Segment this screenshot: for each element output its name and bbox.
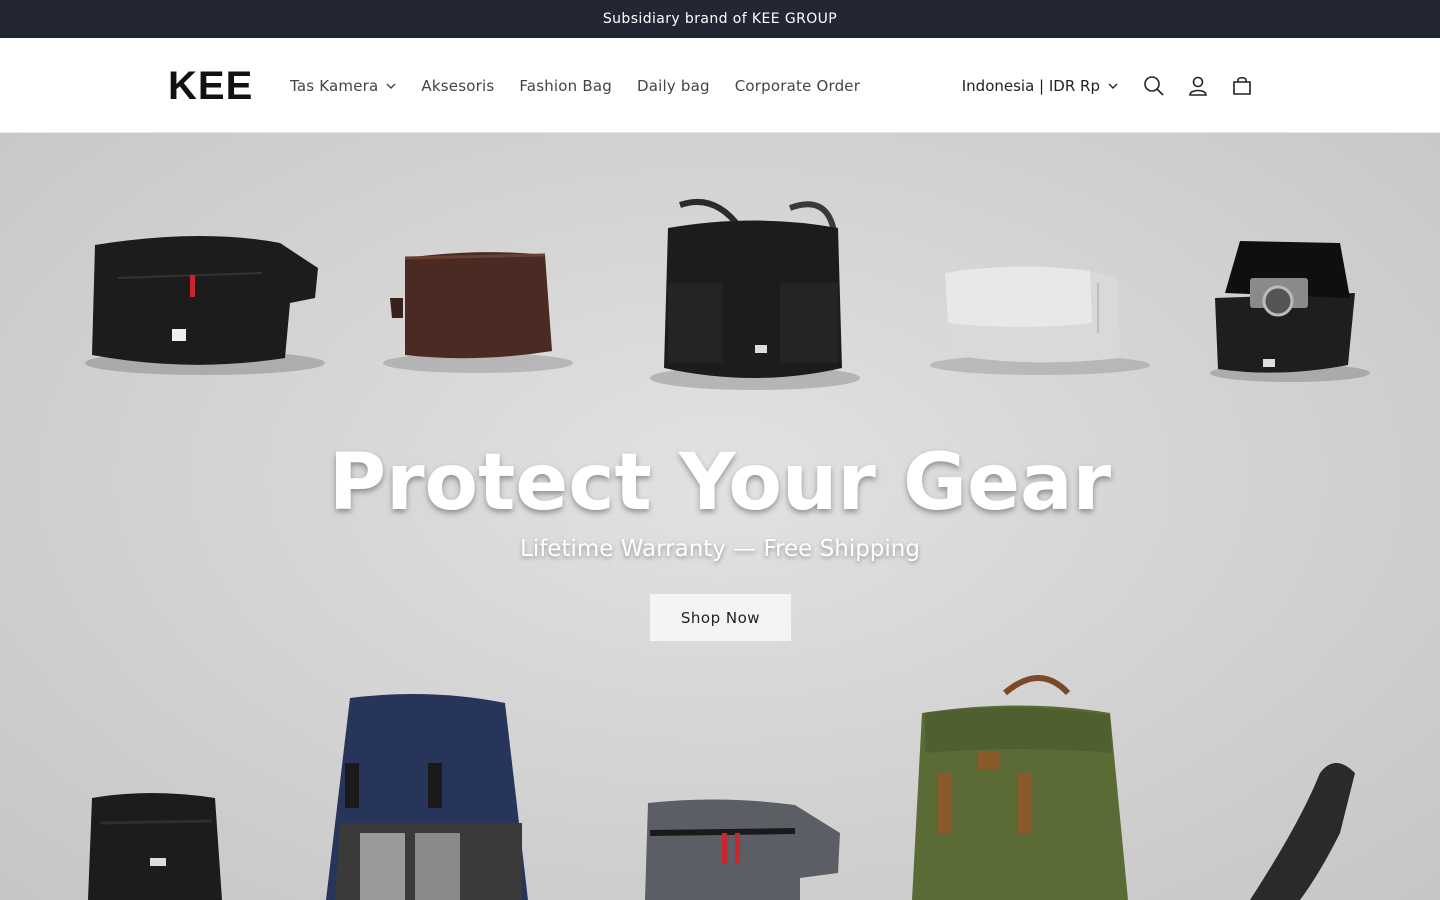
main-nav: Tas Kamera Aksesoris Fashion Bag Daily b…: [290, 74, 885, 98]
backpack-navy-image: [326, 694, 528, 900]
account-icon: [1189, 76, 1207, 96]
search-icon: [1144, 76, 1164, 96]
account-button[interactable]: [1176, 68, 1220, 104]
camera-insert-black-image: [1210, 241, 1370, 382]
nav-item-label: Fashion Bag: [519, 77, 612, 95]
nav-item-tas-kamera[interactable]: Tas Kamera: [290, 74, 396, 98]
messenger-bag-silver-image: [930, 266, 1150, 375]
cart-icon: [1233, 76, 1251, 95]
locale-label: Indonesia | IDR Rp: [961, 77, 1100, 95]
header-actions: Indonesia | IDR Rp: [962, 68, 1264, 104]
announcement-text: Subsidiary brand of KEE GROUP: [602, 11, 838, 27]
hero-subtitle: Lifetime Warranty — Free Shipping: [520, 536, 920, 562]
hero-banner: Protect Your Gear Lifetime Warranty — Fr…: [0, 133, 1440, 900]
cart-button[interactable]: [1220, 68, 1264, 104]
nav-item-daily-bag[interactable]: Daily bag: [637, 74, 710, 98]
nav-item-label: Corporate Order: [734, 77, 861, 95]
nav-item-label: Daily bag: [636, 77, 710, 95]
chevron-down-icon: [1108, 83, 1118, 89]
locale-selector[interactable]: Indonesia | IDR Rp: [962, 77, 1118, 95]
camera-strap-image: [1250, 763, 1355, 900]
nav-item-fashion-bag[interactable]: Fashion Bag: [519, 74, 612, 98]
nav-item-label: Tas Kamera: [290, 77, 379, 95]
pouch-bag-black-image: [88, 793, 222, 900]
search-button[interactable]: [1132, 68, 1176, 104]
toiletry-bag-brown-image: [383, 252, 573, 373]
brand-logo[interactable]: KEE: [168, 66, 253, 106]
nav-item-corporate-order[interactable]: Corporate Order: [735, 74, 860, 98]
nav-item-label: Aksesoris: [421, 77, 495, 95]
site-header: KEE Tas Kamera Aksesoris Fashion Bag Dai…: [0, 38, 1440, 133]
backpack-olive-image: [912, 675, 1128, 900]
shop-now-button[interactable]: Shop Now: [650, 594, 791, 641]
chevron-down-icon: [386, 83, 396, 89]
nav-item-aksesoris[interactable]: Aksesoris: [421, 74, 494, 98]
waist-bag-grey-image: [645, 799, 840, 900]
shoulder-bag-black-image: [650, 198, 860, 390]
hero-title: Protect Your Gear: [328, 438, 1112, 528]
sling-bag-black-image: [85, 235, 325, 375]
announcement-bar: Subsidiary brand of KEE GROUP: [0, 0, 1440, 38]
